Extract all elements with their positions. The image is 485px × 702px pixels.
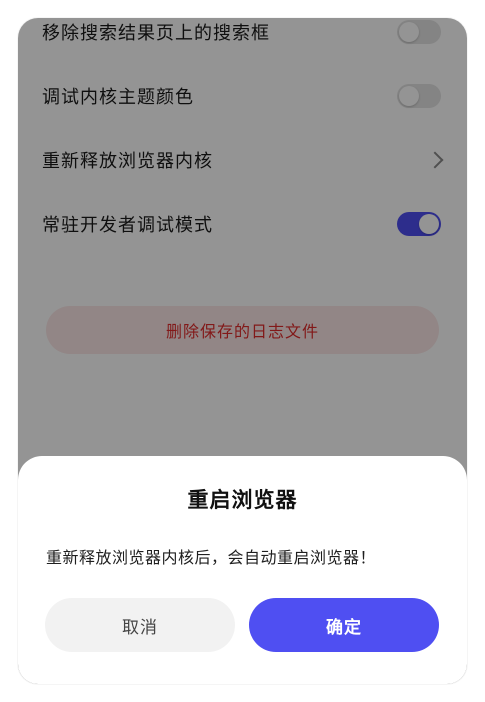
dialog-message: 重新释放浏览器内核后，会自动重启浏览器！ [46, 548, 377, 567]
cancel-button[interactable]: 取消 [45, 598, 235, 652]
phone-screen: 移除搜索结果页上的搜索框 调试内核主题颜色 重新释放浏览器内核 常驻开发者调试模… [18, 18, 467, 684]
restart-dialog: 重启浏览器 重新释放浏览器内核后，会自动重启浏览器！ 取消 确定 [18, 456, 467, 684]
dialog-title: 重启浏览器 [187, 488, 298, 512]
confirm-button[interactable]: 确定 [249, 598, 439, 652]
